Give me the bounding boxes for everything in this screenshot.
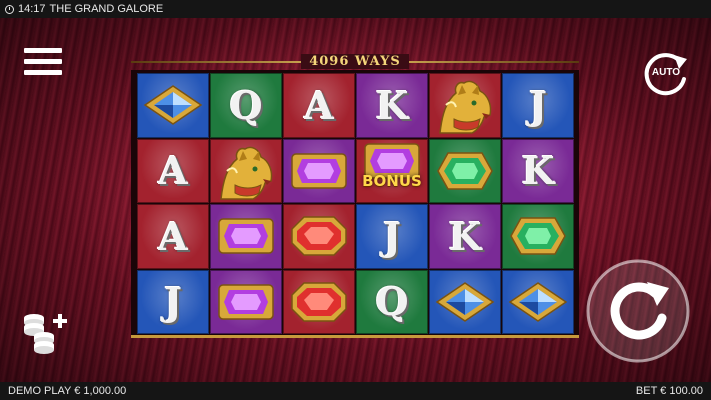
- reel-cell: J: [502, 73, 574, 138]
- spin-button[interactable]: [585, 258, 691, 364]
- bet-value: € 100.00: [660, 385, 703, 397]
- blue-diamond-icon: [435, 281, 495, 322]
- time-label: 14:17: [18, 3, 46, 15]
- ways-banner: 4096 WAYS: [131, 53, 579, 70]
- auto-label: AUTO: [651, 67, 681, 78]
- reel-cell: [283, 138, 355, 203]
- red-gem-icon: [291, 216, 347, 256]
- blue-diamond-icon: [508, 281, 568, 322]
- status-bar: 14:17 THE GRAND GALORE: [0, 0, 711, 18]
- reel-cell: [429, 73, 501, 138]
- reel-cell: [283, 204, 355, 269]
- symbol-k: K: [521, 148, 555, 194]
- game-title: THE GRAND GALORE: [49, 3, 164, 15]
- green-gem-icon: [510, 217, 566, 255]
- panther-icon: [220, 146, 273, 200]
- reel-cell: A: [137, 138, 209, 203]
- clock-icon: [5, 4, 14, 14]
- reel-cell: J: [137, 269, 209, 334]
- auto-spin-button[interactable]: AUTO: [641, 49, 691, 99]
- hamburger-menu-icon: [24, 48, 62, 53]
- coin-stack-plus-icon: [24, 314, 67, 354]
- reel-cell: Q: [356, 269, 428, 334]
- menu-button[interactable]: [24, 48, 62, 80]
- footer-bar: DEMO PLAY € 1,000.00 BET € 100.00: [0, 382, 711, 400]
- ways-text: 4096 WAYS: [301, 54, 409, 69]
- symbol-q: Q: [375, 279, 409, 325]
- purple-gem-icon: [218, 284, 274, 320]
- symbol-a: A: [304, 82, 334, 128]
- reel-cell: BONUS: [356, 138, 428, 203]
- reel-cell: K: [429, 204, 501, 269]
- purple-gem-icon: [291, 153, 347, 189]
- symbol-k: K: [448, 213, 482, 259]
- panther-icon: [439, 80, 492, 134]
- blue-diamond-icon: [143, 85, 203, 126]
- bet-display: BET € 100.00: [636, 382, 703, 400]
- bet-settings-button[interactable]: [20, 310, 72, 356]
- reel-cell: J: [356, 204, 428, 269]
- reel-cell: [429, 138, 501, 203]
- symbol-k: K: [375, 82, 409, 128]
- reel-cell: [137, 73, 209, 138]
- bet-label: BET: [635, 385, 658, 397]
- reel-cell: K: [356, 73, 428, 138]
- reel-cell: K: [502, 138, 574, 203]
- hamburger-menu-icon-bar: [24, 70, 62, 75]
- reel-cell: [283, 269, 355, 334]
- red-gem-icon: [291, 282, 347, 322]
- reel-cell: [502, 269, 574, 334]
- spin-arrow-icon: [586, 259, 690, 363]
- purple-gem-icon: [218, 218, 274, 254]
- reel-cell: [210, 204, 282, 269]
- symbol-j: J: [529, 82, 547, 128]
- symbol-j: J: [164, 279, 182, 325]
- reel-cell: A: [137, 204, 209, 269]
- reel-cell: [210, 138, 282, 203]
- reel-cell: A: [283, 73, 355, 138]
- symbol-q: Q: [229, 82, 263, 128]
- balance-display: DEMO PLAY € 1,000.00: [8, 382, 126, 400]
- mode-label: DEMO PLAY: [8, 385, 72, 397]
- reel-cell: Q: [210, 73, 282, 138]
- symbol-a: A: [158, 148, 188, 194]
- symbol-j: J: [383, 213, 401, 259]
- reel-grid: Q A K J A BONUS K A J K J Q: [137, 73, 574, 334]
- bonus-label: BONUS: [362, 172, 422, 190]
- hamburger-menu-icon-bar: [24, 59, 62, 64]
- reel-cell: [502, 204, 574, 269]
- symbol-a: A: [158, 213, 188, 259]
- green-gem-icon: [437, 152, 493, 190]
- reel-cell: [210, 269, 282, 334]
- reel-cell: [429, 269, 501, 334]
- balance-value: € 1,000.00: [74, 385, 127, 397]
